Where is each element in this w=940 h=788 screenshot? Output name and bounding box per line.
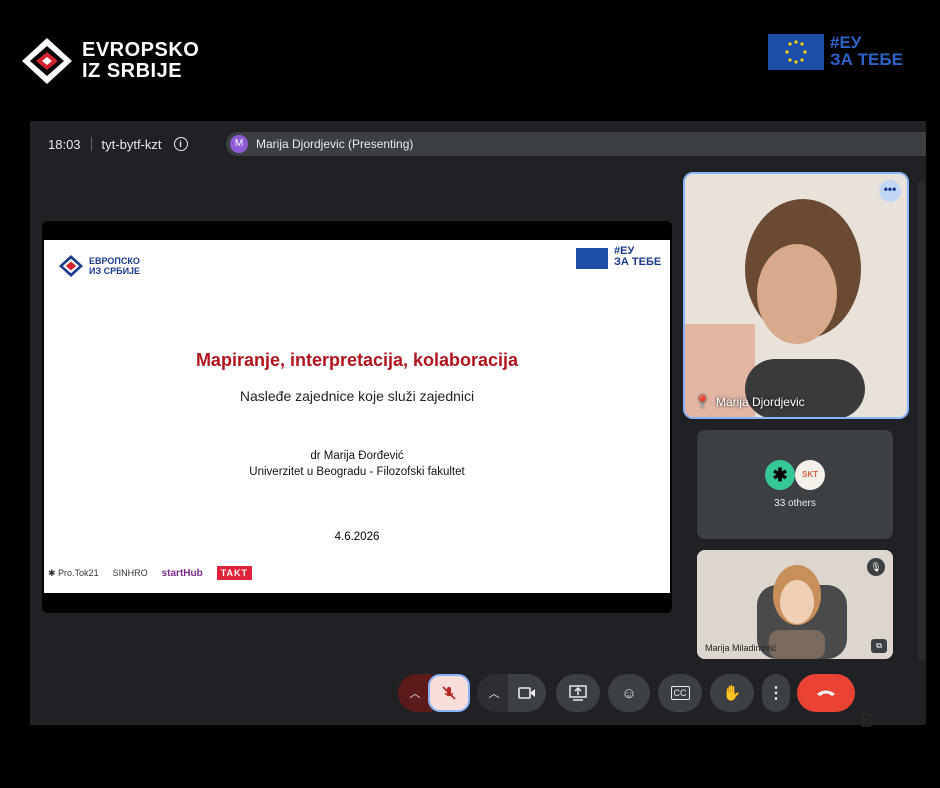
- eu-flag-icon: [768, 34, 824, 70]
- picture-in-picture-icon[interactable]: ⧉: [871, 639, 887, 653]
- participant-tile[interactable]: 🎙 ⧉ Marija Miladinović: [697, 550, 893, 659]
- sinhro-logo: SINHRO: [112, 568, 148, 578]
- page-letter: Б: [860, 710, 874, 732]
- mic-toggle-button[interactable]: [428, 674, 470, 712]
- others-count: 33 others: [774, 498, 816, 509]
- speaker-name-tag: 📍 Marija Djordjevic: [695, 395, 805, 409]
- emoji-icon: ☺: [621, 684, 637, 702]
- presenting-label: Marija Djordjevic (Presenting): [256, 137, 414, 151]
- speaker-tile[interactable]: ••• 📍 Marija Djordjevic: [683, 172, 909, 419]
- slide-affiliation: Univerzitet u Beogradu - Filozofski faku…: [249, 466, 465, 478]
- raise-hand-button[interactable]: ✋: [710, 674, 754, 712]
- camera-icon: [518, 687, 535, 699]
- hang-up-icon: [817, 690, 835, 696]
- speaker-name: Marija Djordjevic: [715, 395, 805, 409]
- clock: 18:03: [48, 136, 81, 152]
- eu-slogan: #ЕУ ЗА ТЕБЕ: [830, 34, 903, 68]
- slide-author-block: dr Marija Đorđević Univerzitet u Beograd…: [44, 448, 670, 480]
- present-screen-button[interactable]: [556, 674, 600, 712]
- pin-icon[interactable]: 📍: [695, 395, 710, 409]
- ornament-logo-icon: [22, 38, 72, 84]
- leave-call-button[interactable]: [797, 674, 855, 712]
- video-options-button[interactable]: ︿: [477, 674, 511, 712]
- reactions-button[interactable]: ☺: [608, 674, 650, 712]
- participant-name: Marija Miladinović: [705, 643, 777, 653]
- eu-line1: #ЕУ: [830, 33, 862, 52]
- meeting-info-bar: 18:03 tyt-bytf-kzt i: [48, 135, 188, 153]
- others-tile[interactable]: ✱ SKT 33 others: [697, 430, 893, 539]
- slide-brand: ЕВРОПСКО ИЗ СРБИЈЕ: [58, 254, 140, 278]
- protok-logo: ✱ Pro.Tok21: [48, 567, 99, 578]
- brand-line1: EVROPSKO: [82, 39, 200, 61]
- speaker-video: [685, 174, 907, 417]
- chevron-up-icon: ︿: [488, 688, 500, 700]
- slide-title: Mapiranje, interpretacija, kolaboracija: [195, 350, 519, 370]
- present-icon: [569, 685, 587, 701]
- meet-window: 18:03 tyt-bytf-kzt i M Marija Djordjevic…: [30, 121, 926, 725]
- slide-subtitle: Nasleđe zajednice koje služi zajednici: [239, 388, 475, 404]
- camera-toggle-button[interactable]: [508, 674, 546, 712]
- divider: [90, 137, 92, 151]
- slide-date: 4.6.2026: [334, 531, 380, 543]
- captions-icon: CC: [670, 686, 690, 700]
- takt-logo: TAKT: [216, 566, 253, 580]
- slide-eu-slogan: #ЕУ ЗА ТЕБЕ: [614, 246, 661, 268]
- participant-avatar: SKT: [795, 460, 825, 490]
- mic-off-icon: 🎙: [867, 558, 885, 576]
- participant-avatar: ✱: [765, 460, 795, 490]
- hand-icon: ✋: [722, 685, 742, 702]
- captions-button[interactable]: CC: [658, 674, 702, 712]
- brand-logo: EVROPSKO IZ SRBIJE: [20, 36, 199, 86]
- presentation-slide: ЕВРОПСКО ИЗ СРБИЈЕ #ЕУ ЗА ТЕБЕ Mapiranje…: [44, 240, 670, 593]
- brand-line2: IZ SRBIJE: [82, 60, 183, 82]
- partner-logos: ✱ Pro.Tok21 SINHRO startHub TAKT: [48, 566, 253, 580]
- slide-author: dr Marija Đorđević: [310, 450, 404, 462]
- more-options-icon[interactable]: •••: [879, 180, 901, 202]
- chevron-up-icon: ︿: [409, 688, 421, 700]
- meeting-code: tyt-bytf-kzt: [101, 136, 162, 152]
- slide-eu-flag-icon: [576, 248, 608, 269]
- slide-ornament-icon: [59, 254, 83, 278]
- slide-brand-line1: ЕВРОПСКО: [89, 256, 140, 266]
- presenting-chip[interactable]: M Marija Djordjevic (Presenting): [226, 132, 926, 156]
- side-panel-edge: [918, 181, 926, 661]
- info-icon[interactable]: i: [173, 137, 188, 151]
- slide-brand-line2: ИЗ СРБИЈЕ: [89, 266, 141, 276]
- audio-options-button[interactable]: ︿: [398, 674, 432, 712]
- slide-eu-line2: ЗА ТЕБЕ: [614, 256, 662, 268]
- kebab-menu-icon: ⋮: [768, 685, 784, 702]
- presenter-avatar: M: [230, 135, 248, 153]
- starthub-logo: startHub: [161, 567, 203, 579]
- mic-off-icon: [442, 686, 456, 700]
- more-options-button[interactable]: ⋮: [762, 674, 790, 712]
- eu-line2: ЗА ТЕБЕ: [830, 50, 903, 69]
